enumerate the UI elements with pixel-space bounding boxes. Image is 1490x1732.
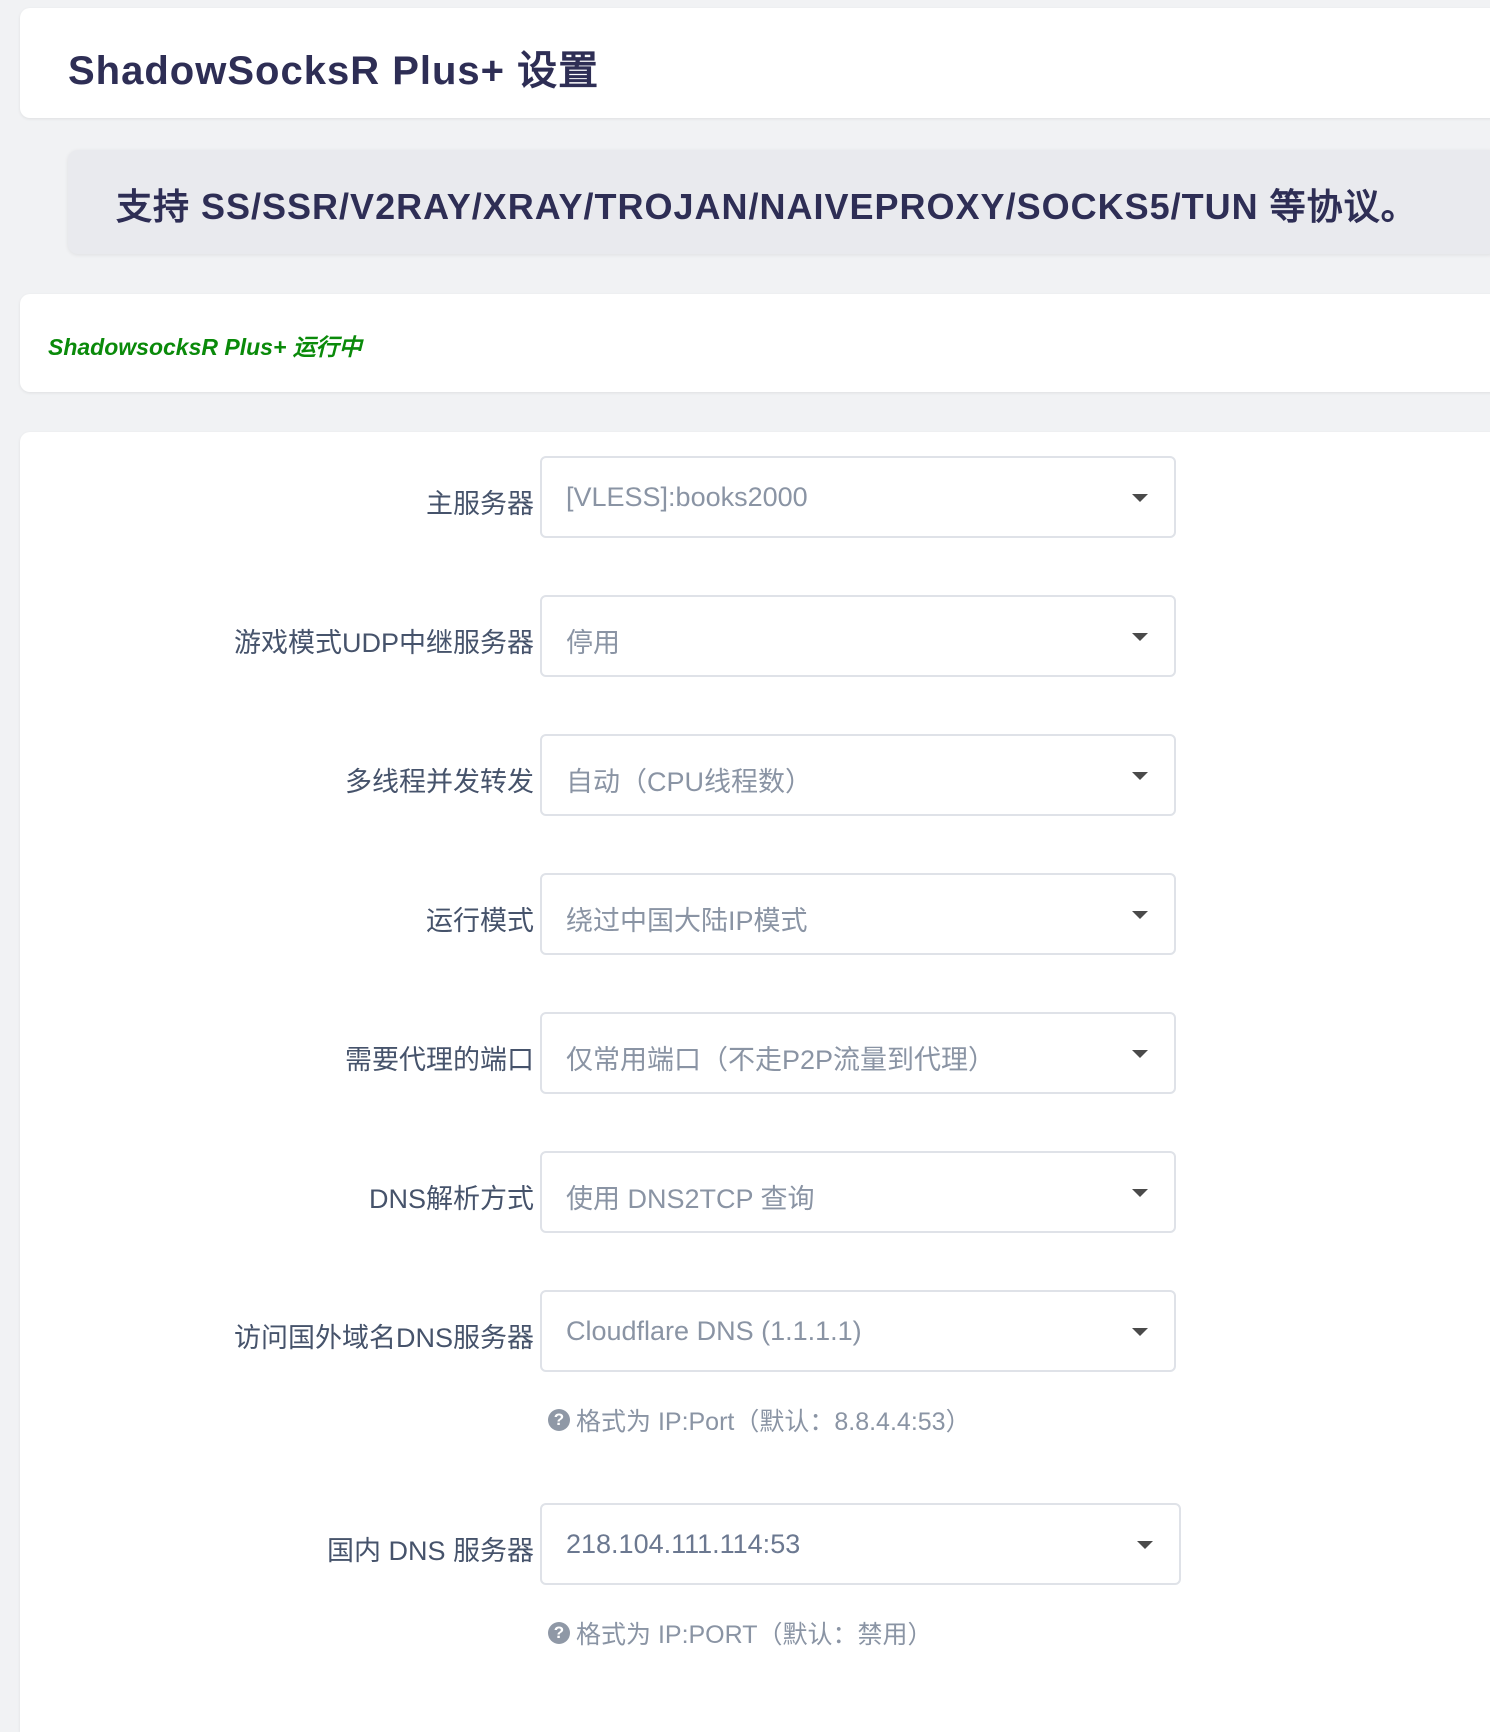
hint-text: 格式为 IP:PORT（默认：禁用） (576, 1621, 933, 1649)
foreign-dns-hint: ? 格式为 IP:Port（默认：8.8.4.4:53） (548, 1402, 971, 1438)
select-value: 使用 DNS2TCP 查询 (566, 1184, 815, 1214)
caret-down-icon (1137, 1541, 1153, 1549)
page-header: ShadowSocksR Plus+ 设置 (20, 8, 1490, 118)
field-label: 主服务器 (426, 489, 534, 519)
protocol-banner: 支持 SS/SSR/V2RAY/XRAY/TROJAN/NAIVEPROXY/S… (68, 150, 1490, 254)
status-panel: ShadowsocksR Plus+ 运行中 (20, 294, 1490, 392)
main-server-select[interactable]: [VLESS]:books2000 (540, 456, 1176, 538)
select-value: Cloudflare DNS (1.1.1.1) (566, 1316, 862, 1346)
caret-down-icon (1132, 1328, 1148, 1336)
select-value: 停用 (566, 628, 620, 658)
caret-down-icon (1132, 772, 1148, 780)
proxy-ports-select[interactable]: 仅常用端口（不走P2P流量到代理） (540, 1012, 1176, 1094)
field-label: 运行模式 (426, 906, 534, 936)
caret-down-icon (1132, 633, 1148, 641)
settings-form: 主服务器 [VLESS]:books2000 游戏模式UDP中继服务器 停用 多… (20, 432, 1490, 1732)
field-label: 游戏模式UDP中继服务器 (233, 628, 534, 658)
caret-down-icon (1132, 1050, 1148, 1058)
caret-down-icon (1132, 1189, 1148, 1197)
running-status: ShadowsocksR Plus+ 运行中 (48, 334, 362, 360)
field-label: 需要代理的端口 (345, 1045, 534, 1075)
select-value: 218.104.111.114:53 (566, 1529, 801, 1559)
page-title: ShadowSocksR Plus+ 设置 (68, 49, 600, 93)
question-circle-icon: ? (548, 1409, 570, 1431)
hint-text: 格式为 IP:Port（默认：8.8.4.4:53） (576, 1408, 971, 1436)
run-mode-select[interactable]: 绕过中国大陆IP模式 (540, 873, 1176, 955)
caret-down-icon (1132, 911, 1148, 919)
dns-mode-select[interactable]: 使用 DNS2TCP 查询 (540, 1151, 1176, 1233)
caret-down-icon (1132, 494, 1148, 502)
field-label: 多线程并发转发 (345, 767, 534, 797)
field-label: DNS解析方式 (368, 1184, 534, 1214)
question-circle-icon: ? (548, 1622, 570, 1644)
select-value: [VLESS]:books2000 (566, 482, 808, 512)
field-label: 访问国外域名DNS服务器 (233, 1323, 534, 1353)
select-value: 绕过中国大陆IP模式 (566, 906, 808, 936)
foreign-dns-select[interactable]: Cloudflare DNS (1.1.1.1) (540, 1290, 1176, 1372)
domestic-dns-select[interactable]: 218.104.111.114:53 (540, 1503, 1181, 1585)
udp-relay-server-select[interactable]: 停用 (540, 595, 1176, 677)
protocol-banner-text: 支持 SS/SSR/V2RAY/XRAY/TROJAN/NAIVEPROXY/S… (116, 186, 1418, 227)
threads-select[interactable]: 自动（CPU线程数） (540, 734, 1176, 816)
domestic-dns-hint: ? 格式为 IP:PORT（默认：禁用） (548, 1615, 933, 1651)
field-label: 国内 DNS 服务器 (326, 1536, 534, 1566)
select-value: 自动（CPU线程数） (566, 767, 813, 797)
select-value: 仅常用端口（不走P2P流量到代理） (566, 1045, 996, 1075)
